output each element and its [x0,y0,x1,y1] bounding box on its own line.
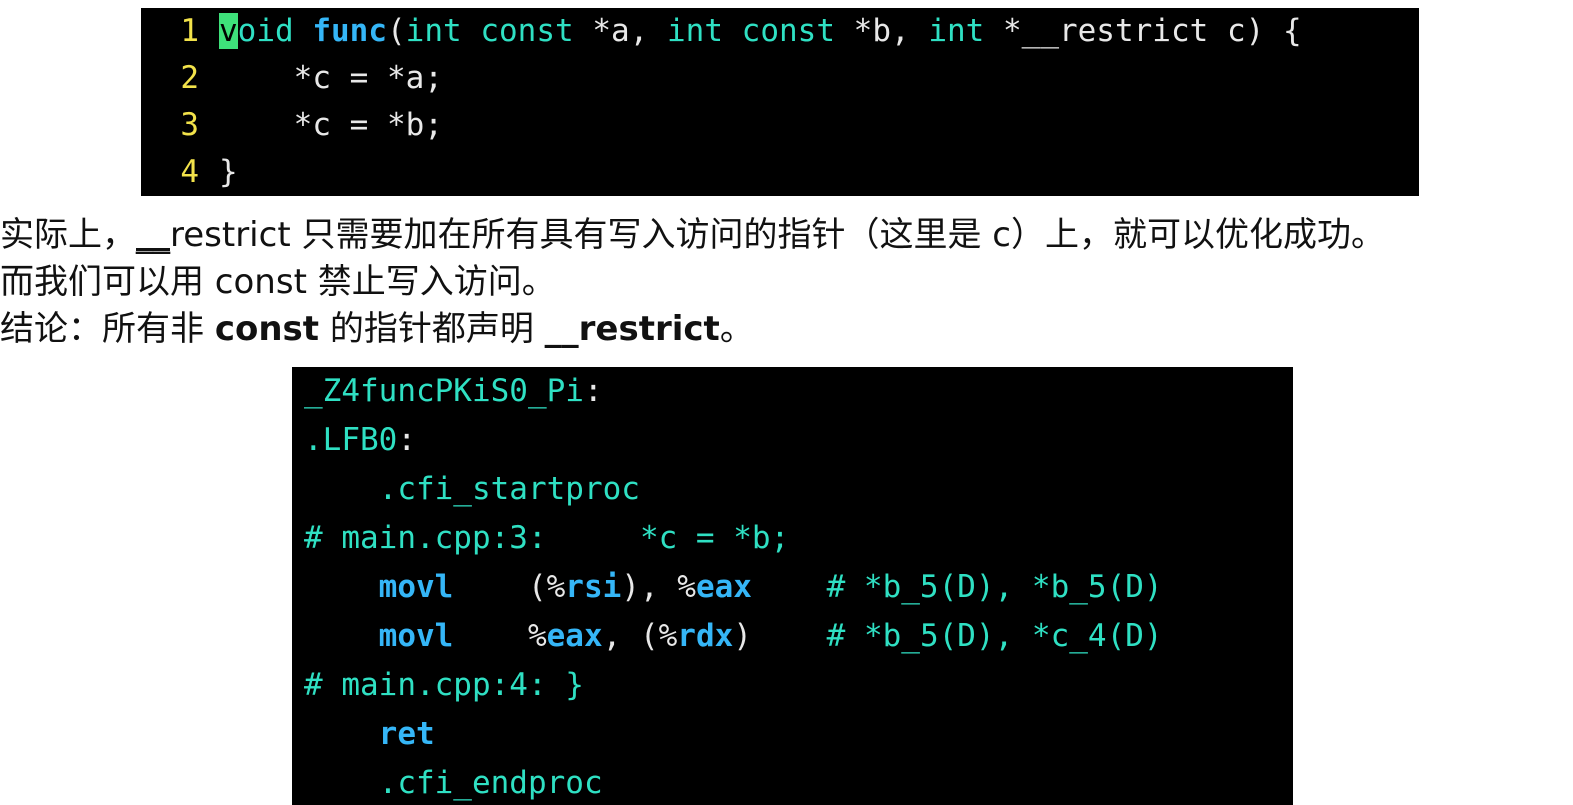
asm-token: eax [546,618,603,654]
asm-line: movl %eax, (%rdx) # *b_5(D), *c_4(D) [292,612,1293,661]
text-segment: restrict 只需要加在所有具有写入访问的指针（这里是 c）上，就可以优化成… [170,215,1385,255]
asm-token: rdx [677,618,734,654]
line-source: void func(int const *a, int const *b, in… [219,8,1302,55]
asm-line-text: _Z4funcPKiS0_Pi: [304,367,603,416]
asm-line-text: movl %eax, (%rdx) # *b_5(D), *c_4(D) [304,612,1163,661]
asm-line: movl (%rsi), %eax # *b_5(D), *b_5(D) [292,563,1293,612]
code-line: 4} [141,149,1419,196]
line-source: } [219,149,238,196]
code-token: const [741,13,835,49]
asm-token: ) [733,618,827,654]
code-token: int [405,13,462,49]
text-segment: 而我们可以用 const 禁止写入访问。 [0,262,556,302]
code-token: int [667,13,723,49]
code-token: const [480,13,574,49]
asm-line-text: ret [304,710,435,759]
asm-token: , (% [602,618,678,654]
asm-token: movl [378,569,454,605]
code-token: int [928,13,985,49]
code-token: ( [387,13,406,49]
asm-token [304,618,379,654]
code-token: } [219,154,238,190]
asm-line: .cfi_startproc [292,465,1293,514]
asm-token: # main.cpp:4: } [304,667,584,703]
text-segment: 结论：所有非 [0,309,215,349]
code-line: 1 void func(int const *a, int const *b, i… [141,8,1419,55]
asm-token: .cfi_startproc [304,471,640,507]
asm-line-text: # main.cpp:4: } [304,661,584,710]
paragraph-line-1: 实际上，__restrict 只需要加在所有具有写入访问的指针（这里是 c）上，… [0,212,1573,259]
code-line: 2 *c = *a; [141,55,1419,102]
line-source: *c = *b; [219,102,443,149]
code-token: *__restrict c) { [984,13,1302,49]
asm-line-text: .cfi_startproc [304,465,640,514]
code-token: *b, [835,13,929,49]
asm-token: : [397,422,416,458]
code-token: *c = *a; [219,60,443,96]
asm-token [304,569,379,605]
asm-token: eax [695,569,752,605]
asm-token [752,569,827,605]
line-number: 3 [180,107,199,143]
asm-line-text: # main.cpp:3: *c = *b; [304,514,789,563]
asm-line-text: .LFB0: [304,416,416,465]
text-segment: 的指针都声明 [319,309,545,349]
asm-token [304,716,379,752]
const-keyword: const [214,309,320,349]
asm-line: ret [292,710,1293,759]
asm-token: # *b_5(D), *c_4(D) [826,618,1163,654]
code-token: func [312,13,387,49]
asm-token: % [453,618,547,654]
text-segment: 实际上， [0,215,136,255]
asm-token: : [583,373,603,409]
line-number: 1 [180,13,199,49]
asm-line-text: .cfi_endproc [304,759,603,805]
restrict-keyword: __restrict [544,309,720,349]
source-code-block: 1 void func(int const *a, int const *b, i… [141,8,1419,196]
asm-line: # main.cpp:4: } [292,661,1293,710]
assembly-code-block: _Z4funcPKiS0_Pi: .LFB0: .cfi_startproc # m… [292,367,1293,805]
code-token: *a, [573,13,667,49]
asm-token: (% [453,569,566,605]
underscore-segment: __ [136,215,170,255]
asm-line: .LFB0: [292,416,1293,465]
text-segment: 。 [719,309,754,349]
line-source: *c = *a; [219,55,443,102]
asm-line-text: movl (%rsi), %eax # *b_5(D), *b_5(D) [304,563,1163,612]
conclusion-line: 结论：所有非 const 的指针都声明 __restrict。 [0,306,1573,353]
asm-token: ret [378,716,435,752]
line-number: 2 [180,60,199,96]
asm-token: ), % [621,569,696,605]
asm-token: .LFB0 [304,422,398,458]
code-token: *c = *b; [219,107,443,143]
asm-token: _Z4funcPKiS0_Pi [304,373,584,409]
line-number: 4 [180,154,199,190]
paragraph-line-2: 而我们可以用 const 禁止写入访问。 [0,259,1573,306]
asm-token: # *b_5(D), *b_5(D) [826,569,1163,605]
asm-token: rsi [565,569,622,605]
asm-line: _Z4funcPKiS0_Pi: [292,367,1293,416]
asm-line: # main.cpp:3: *c = *b; [292,514,1293,563]
explanation-text: 实际上，__restrict 只需要加在所有具有写入访问的指针（这里是 c）上，… [0,212,1573,353]
code-token: oid [237,13,294,49]
asm-token: # main.cpp:3: *c = *b; [304,520,790,556]
text-cursor: v [219,13,238,49]
asm-line: .cfi_endproc [292,759,1293,805]
asm-token: .cfi_endproc [304,765,603,801]
asm-token: movl [378,618,454,654]
code-line: 3 *c = *b; [141,102,1419,149]
